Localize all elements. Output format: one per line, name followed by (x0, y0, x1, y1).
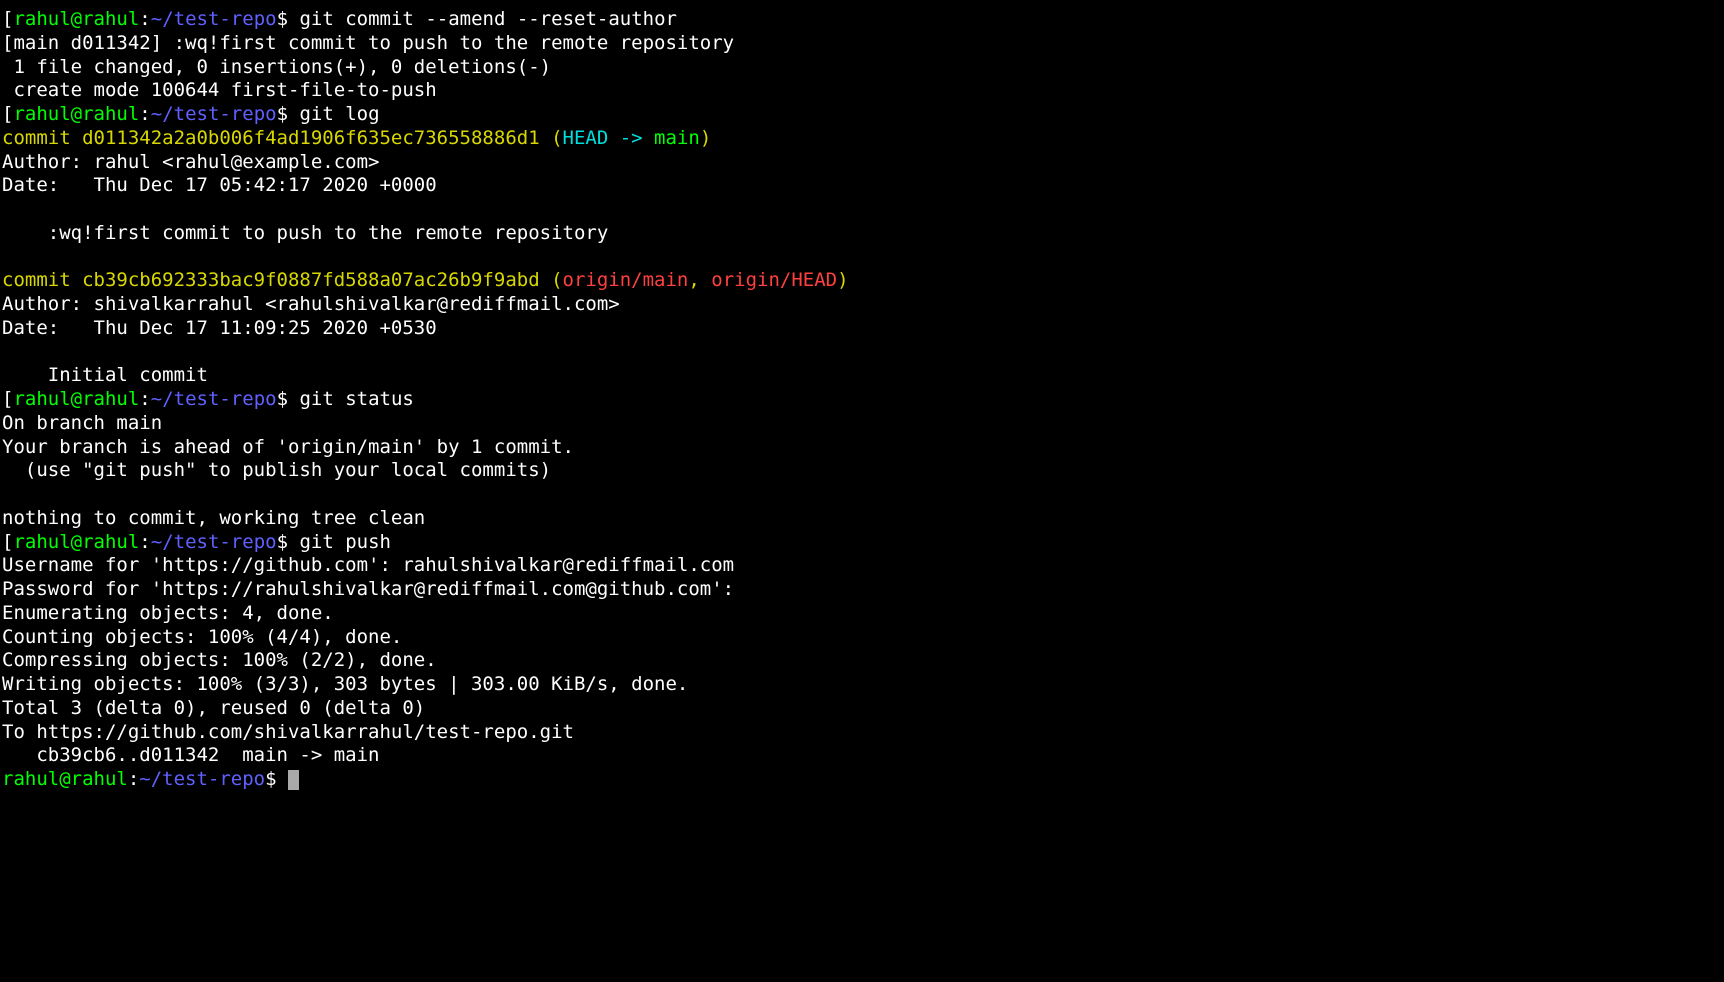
push-output: Password for 'https://rahulshivalkar@red… (2, 578, 1722, 602)
push-output: Counting objects: 100% (4/4), done. (2, 626, 1722, 650)
status-line: nothing to commit, working tree clean (2, 507, 1722, 531)
status-line: Your branch is ahead of 'origin/main' by… (2, 436, 1722, 460)
command-git-log: git log (299, 103, 379, 125)
commit-date: Date: Thu Dec 17 11:09:25 2020 +0530 (2, 317, 1722, 341)
status-line: (use "git push" to publish your local co… (2, 459, 1722, 483)
commit-header-2: commit cb39cb692333bac9f0887fd588a07ac26… (2, 269, 1722, 293)
cursor-icon (288, 770, 299, 790)
commit-message: :wq!first commit to push to the remote r… (2, 222, 1722, 246)
prompt-line-current[interactable]: rahul@rahul:~/test-repo$ (2, 768, 1722, 792)
output-line: create mode 100644 first-file-to-push (2, 79, 1722, 103)
push-output: Total 3 (delta 0), reused 0 (delta 0) (2, 697, 1722, 721)
prompt-line-3: [rahul@rahul:~/test-repo$ git status (2, 388, 1722, 412)
prompt-line-1: [rahul@rahul:~/test-repo$ git commit --a… (2, 8, 1722, 32)
prompt-line-4: [rahul@rahul:~/test-repo$ git push (2, 531, 1722, 555)
commit-date: Date: Thu Dec 17 05:42:17 2020 +0000 (2, 174, 1722, 198)
commit-author: Author: shivalkarrahul <rahulshivalkar@r… (2, 293, 1722, 317)
command-git-status: git status (299, 388, 413, 410)
output-line: [main d011342] :wq!first commit to push … (2, 32, 1722, 56)
command-git-push: git push (299, 531, 391, 553)
command-git-amend: git commit --amend --reset-author (299, 8, 677, 30)
push-output: Compressing objects: 100% (2/2), done. (2, 649, 1722, 673)
output-line: 1 file changed, 0 insertions(+), 0 delet… (2, 56, 1722, 80)
commit-author: Author: rahul <rahul@example.com> (2, 151, 1722, 175)
status-line: On branch main (2, 412, 1722, 436)
push-output: Username for 'https://github.com': rahul… (2, 554, 1722, 578)
prompt-line-2: [rahul@rahul:~/test-repo$ git log (2, 103, 1722, 127)
push-output: Enumerating objects: 4, done. (2, 602, 1722, 626)
terminal[interactable]: [rahul@rahul:~/test-repo$ git commit --a… (2, 8, 1722, 792)
commit-message: Initial commit (2, 364, 1722, 388)
push-output: Writing objects: 100% (3/3), 303 bytes |… (2, 673, 1722, 697)
push-output: To https://github.com/shivalkarrahul/tes… (2, 721, 1722, 745)
push-output: cb39cb6..d011342 main -> main (2, 744, 1722, 768)
commit-header-1: commit d011342a2a0b006f4ad1906f635ec7365… (2, 127, 1722, 151)
